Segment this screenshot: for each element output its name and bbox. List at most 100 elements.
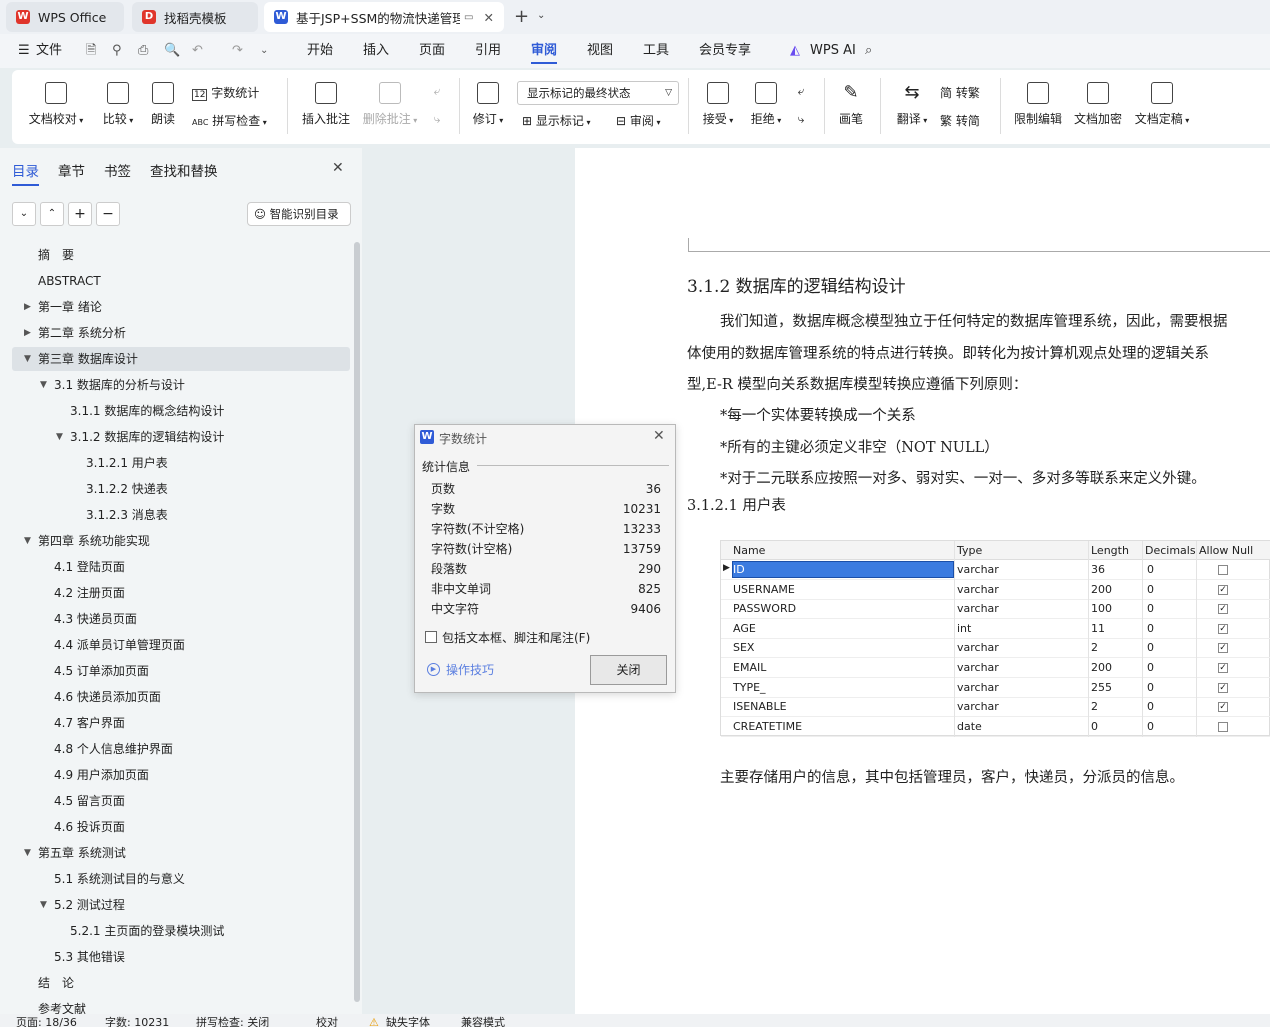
- to-traditional-button[interactable]: 简 转繁: [940, 84, 980, 101]
- share-icon[interactable]: ⚲: [112, 34, 122, 68]
- save-icon[interactable]: 🗎: [86, 34, 96, 68]
- toc-item[interactable]: 5.3 其他错误: [0, 944, 350, 970]
- tips-link[interactable]: 操作技巧: [446, 661, 494, 678]
- pen-button[interactable]: ✎ 画笔: [836, 82, 866, 127]
- new-tab-icon[interactable]: +: [514, 6, 529, 27]
- next-change-icon[interactable]: ⤷: [792, 112, 810, 127]
- reject-button[interactable]: 拒绝 ▾: [746, 82, 786, 127]
- redo-icon[interactable]: ↷: [232, 34, 243, 68]
- menu-file[interactable]: 文件: [36, 34, 62, 68]
- markup-state-dropdown[interactable]: 显示标记的最终状态 ▽: [517, 81, 679, 105]
- tab-template[interactable]: D 找稻壳模板: [132, 2, 258, 32]
- caret-down-icon[interactable]: ▼: [56, 424, 66, 450]
- word-count-indicator[interactable]: 字数: 10231: [105, 1016, 169, 1027]
- close-icon[interactable]: ✕: [483, 10, 493, 25]
- expand-down-icon[interactable]: ⌄: [12, 202, 36, 226]
- smart-toc-button[interactable]: ☺ 智能识别目录: [247, 202, 351, 226]
- tab-wps-office[interactable]: W WPS Office: [6, 2, 124, 32]
- toc-item[interactable]: 4.7 客户界面: [0, 710, 350, 736]
- print-preview-icon[interactable]: 🔍: [164, 34, 180, 68]
- close-button[interactable]: 关闭: [590, 655, 667, 685]
- toc-item[interactable]: 4.5 留言页面: [0, 788, 350, 814]
- toc-item[interactable]: ▼ 3.1.2 数据库的逻辑结构设计: [0, 424, 350, 450]
- proof-indicator[interactable]: 校对: [316, 1016, 338, 1027]
- toc-item[interactable]: 5.1 系统测试目的与意义: [0, 866, 350, 892]
- page-indicator[interactable]: 页面: 18/36: [16, 1016, 77, 1027]
- menu-view[interactable]: 视图: [587, 34, 613, 68]
- toc-item[interactable]: ▼ 第五章 系统测试: [0, 840, 350, 866]
- menu-tools[interactable]: 工具: [643, 34, 669, 68]
- menu-insert[interactable]: 插入: [363, 34, 389, 68]
- close-icon[interactable]: ✕: [332, 160, 344, 176]
- panel-scrollbar[interactable]: [354, 242, 360, 1002]
- toc-item[interactable]: 5.2.1 主页面的登录模块测试: [0, 918, 350, 944]
- delete-comment-button[interactable]: 删除批注 ▾: [360, 82, 420, 127]
- toc-item[interactable]: 4.2 注册页面: [0, 580, 350, 606]
- caret-down-icon[interactable]: ▼: [24, 346, 34, 372]
- undo-icon[interactable]: ↶: [192, 34, 203, 68]
- toc-item[interactable]: ▶ 第二章 系统分析: [0, 320, 350, 346]
- prev-change-icon[interactable]: ⤶: [792, 84, 810, 99]
- toc-item[interactable]: ▼ 3.1 数据库的分析与设计: [0, 372, 350, 398]
- print-icon[interactable]: ⎙: [138, 34, 148, 68]
- toc-item[interactable]: ▶ 第一章 绪论: [0, 294, 350, 320]
- toc-item[interactable]: 3.1.1 数据库的概念结构设计: [0, 398, 350, 424]
- add-icon[interactable]: +: [68, 202, 92, 226]
- toc-item[interactable]: 4.6 投诉页面: [0, 814, 350, 840]
- tab-find-replace[interactable]: 查找和替换: [150, 160, 218, 180]
- caret-down-icon[interactable]: ▼: [40, 372, 50, 398]
- hamburger-icon[interactable]: ☰: [18, 34, 30, 68]
- menu-page[interactable]: 页面: [419, 34, 445, 68]
- tab-chapter[interactable]: 章节: [58, 160, 85, 180]
- close-icon[interactable]: ✕: [653, 428, 665, 444]
- toc-item[interactable]: ▼ 第四章 系统功能实现: [0, 528, 350, 554]
- review-pane-button[interactable]: ⊟ 审阅 ▾: [616, 112, 660, 129]
- next-comment-icon[interactable]: ⤷: [428, 112, 446, 127]
- toc-item[interactable]: 摘 要: [0, 242, 350, 268]
- menu-member[interactable]: 会员专享: [699, 34, 751, 68]
- caret-down-icon[interactable]: ▼: [24, 528, 34, 554]
- toc-item[interactable]: 3.1.2.3 消息表: [0, 502, 350, 528]
- tab-bookmark[interactable]: 书签: [104, 160, 131, 180]
- remove-icon[interactable]: −: [96, 202, 120, 226]
- tab-toc[interactable]: 目录: [12, 160, 39, 186]
- encrypt-button[interactable]: 文档加密: [1072, 82, 1124, 127]
- finalize-button[interactable]: 文档定稿 ▾: [1132, 82, 1192, 127]
- toc-item[interactable]: ▼ 第三章 数据库设计: [0, 346, 350, 372]
- toc-item[interactable]: 4.6 快递员添加页面: [0, 684, 350, 710]
- caret-right-icon[interactable]: ▶: [24, 294, 34, 320]
- toc-item[interactable]: 3.1.2.2 快递表: [0, 476, 350, 502]
- spell-check-button[interactable]: ABC 拼写检查 ▾: [192, 112, 267, 129]
- to-simple-button[interactable]: 繁 转简: [940, 112, 980, 129]
- toc-item[interactable]: 4.8 个人信息维护界面: [0, 736, 350, 762]
- include-checkbox[interactable]: [425, 631, 437, 643]
- toc-item[interactable]: 结 论: [0, 970, 350, 996]
- menu-wps-ai[interactable]: WPS AI: [810, 34, 856, 68]
- compare-button[interactable]: 比较 ▾: [98, 82, 138, 127]
- spell-indicator[interactable]: 拼写检查: 关闭: [196, 1016, 269, 1027]
- accept-button[interactable]: 接受 ▾: [698, 82, 738, 127]
- restrict-edit-button[interactable]: 限制编辑: [1012, 82, 1064, 127]
- collapse-up-icon[interactable]: ⌃: [40, 202, 64, 226]
- revise-button[interactable]: 修订 ▾: [468, 82, 508, 127]
- toc-item[interactable]: 4.3 快递员页面: [0, 606, 350, 632]
- toc-item[interactable]: 4.1 登陆页面: [0, 554, 350, 580]
- toc-item[interactable]: 4.4 派单员订单管理页面: [0, 632, 350, 658]
- menu-reference[interactable]: 引用: [475, 34, 501, 68]
- monitor-icon[interactable]: ▭: [464, 12, 473, 23]
- menu-start[interactable]: 开始: [307, 34, 333, 68]
- chevron-down-icon[interactable]: ⌄: [260, 34, 268, 68]
- menu-review[interactable]: 审阅: [531, 34, 558, 64]
- tab-document[interactable]: W 基于JSP+SSM的物流快递管理 ▭ ✕: [264, 2, 504, 32]
- toc-item[interactable]: ▼ 5.2 测试过程: [0, 892, 350, 918]
- search-icon[interactable]: ⌕: [865, 34, 872, 68]
- caret-down-icon[interactable]: ▼: [40, 892, 50, 918]
- toc-item[interactable]: 3.1.2.1 用户表: [0, 450, 350, 476]
- show-markup-button[interactable]: ⊞ 显示标记 ▾: [522, 112, 590, 129]
- proofread-button[interactable]: 文档校对 ▾: [28, 82, 84, 127]
- chevron-down-icon[interactable]: ⌄: [537, 10, 545, 21]
- caret-down-icon[interactable]: ▼: [24, 840, 34, 866]
- toc-item[interactable]: 4.5 订单添加页面: [0, 658, 350, 684]
- word-count-button[interactable]: 12 字数统计: [192, 84, 259, 101]
- read-aloud-button[interactable]: 朗读: [148, 82, 178, 127]
